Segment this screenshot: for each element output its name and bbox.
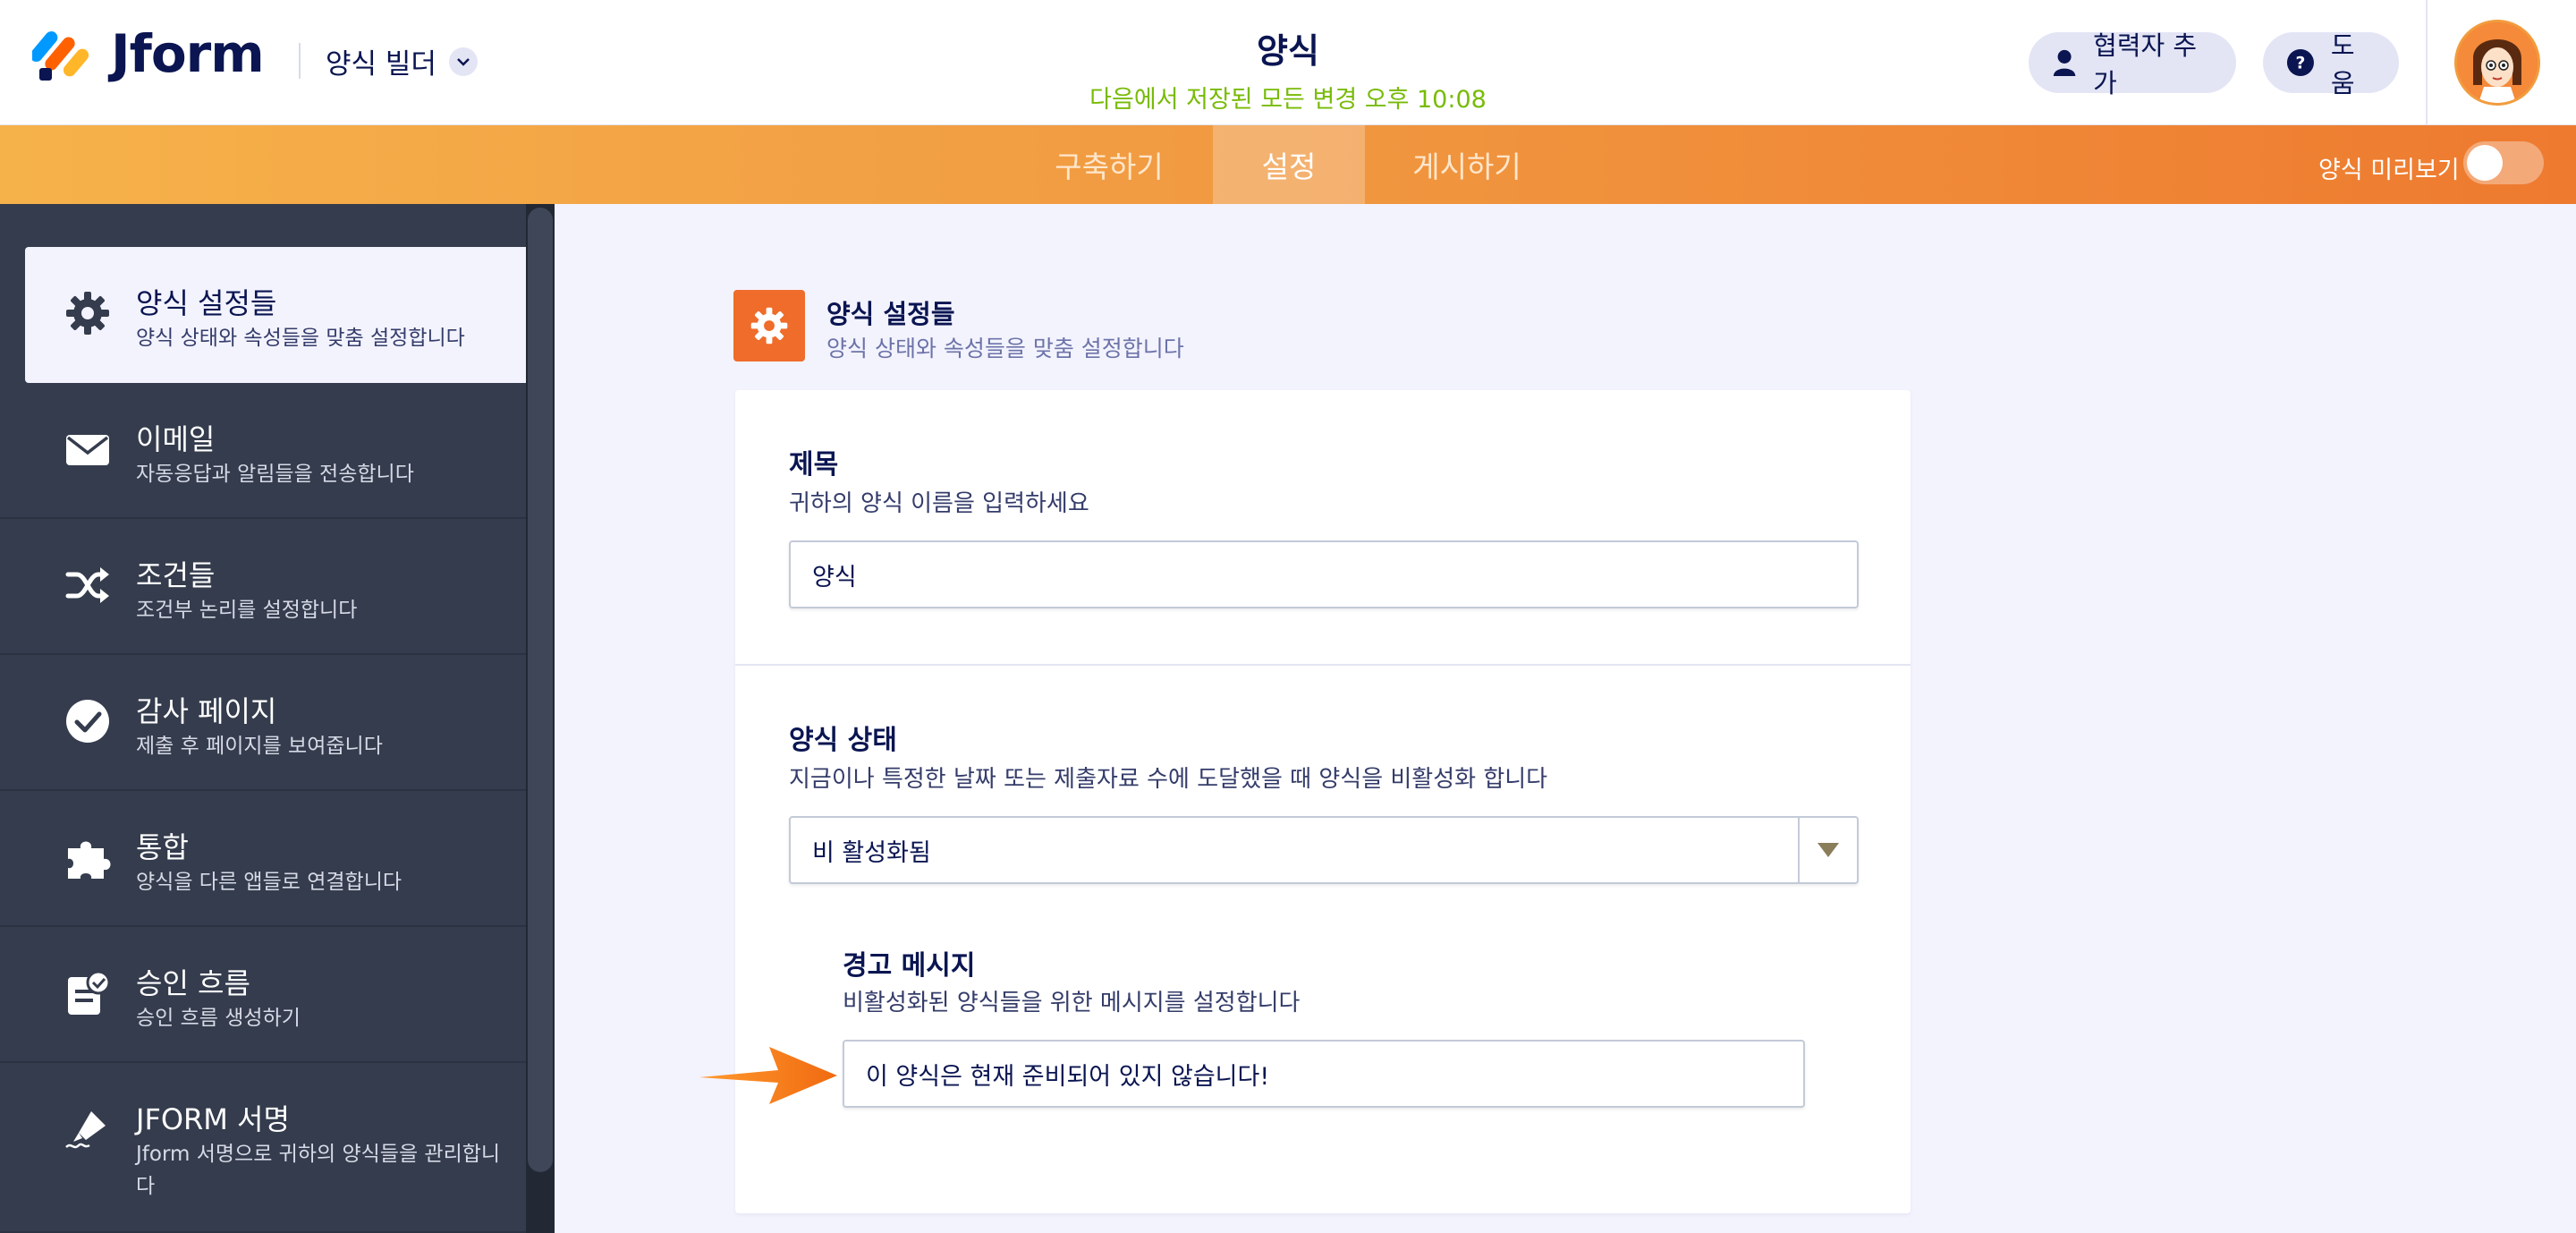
sidebar-item-conditions[interactable]: 조건들 조건부 논리를 설정합니다 bbox=[0, 519, 526, 655]
status-select-value: 비 활성화됨 bbox=[812, 838, 931, 867]
question-icon: ? bbox=[2286, 48, 2314, 77]
sidebar-item-title: 조건들 bbox=[136, 558, 216, 592]
sidebar-item-subtitle: 자동응답과 알림들을 전송합니다 bbox=[136, 463, 414, 486]
svg-text:?: ? bbox=[2296, 55, 2306, 73]
sidebar-item-title: 감사 페이지 bbox=[136, 694, 277, 728]
toggle-knob bbox=[2467, 145, 2503, 181]
warning-message-input[interactable]: 이 양식은 현재 준비되어 있지 않습니다! bbox=[843, 1040, 1805, 1108]
pen-sign-icon bbox=[65, 1111, 106, 1149]
title-input[interactable]: 양식 bbox=[789, 540, 1859, 608]
gear-icon bbox=[750, 307, 788, 344]
check-circle-icon bbox=[66, 700, 109, 743]
title-field-help: 귀하의 양식 이름을 입력하세요 bbox=[789, 490, 1089, 517]
sidebar-item-form-settings[interactable]: 양식 설정들 양식 상태와 속성들을 맞춤 설정합니다 bbox=[25, 247, 526, 383]
tab-publish[interactable]: 게시하기 bbox=[1404, 125, 1530, 204]
section-title: 양식 설정들 bbox=[826, 299, 955, 329]
envelope-icon bbox=[66, 435, 109, 465]
warning-field-help: 비활성화된 양식들을 위한 메시지를 설정합니다 bbox=[843, 990, 1301, 1016]
form-preview-label: 양식 미리보기 bbox=[2318, 157, 2460, 184]
tab-build[interactable]: 구축하기 bbox=[1046, 125, 1172, 204]
sidebar-scrollbar-thumb[interactable] bbox=[528, 208, 553, 1172]
status-field-help: 지금이나 특정한 날짜 또는 제출자료 수에 도달했을 때 양식을 비활성화 합… bbox=[789, 766, 1548, 793]
shuffle-icon bbox=[65, 567, 109, 603]
title-field-label: 제목 bbox=[789, 449, 839, 480]
section-gear-badge bbox=[733, 290, 805, 361]
header-divider-right bbox=[2426, 0, 2428, 125]
sidebar-item-subtitle: 조건부 논리를 설정합니다 bbox=[136, 599, 358, 622]
add-collaborator-button[interactable]: 협력자 추가 bbox=[2029, 30, 2236, 98]
sidebar-item-title: 양식 설정들 bbox=[136, 286, 277, 320]
sidebar-item-subtitle: 양식 상태와 속성들을 맞춤 설정합니다 bbox=[136, 327, 465, 350]
sidebar-item-subtitle: Jform 서명으로 귀하의 양식들을 관리합니다 bbox=[136, 1143, 501, 1198]
user-avatar[interactable] bbox=[2454, 20, 2540, 106]
status-field-label: 양식 상태 bbox=[789, 725, 897, 756]
sidebar-item-subtitle: 승인 흐름 생성하기 bbox=[136, 1007, 301, 1030]
warning-field-label: 경고 메시지 bbox=[843, 950, 976, 982]
sidebar-item-email[interactable]: 이메일 자동응답과 알림들을 전송합니다 bbox=[0, 383, 526, 519]
help-label: 도움 bbox=[2330, 30, 2355, 98]
sidebar-item-approval-flows[interactable]: 승인 흐름 승인 흐름 생성하기 bbox=[0, 927, 526, 1063]
sidebar-item-integrations[interactable]: 통합 양식을 다른 앱들로 연결합니다 bbox=[0, 791, 526, 927]
status-select[interactable]: 비 활성화됨 bbox=[789, 816, 1859, 884]
settings-navbar: 구축하기 설정 게시하기 양식 미리보기 bbox=[0, 125, 2576, 204]
sidebar-item-title: 통합 bbox=[136, 830, 189, 864]
sidebar-item-subtitle: 양식을 다른 앱들로 연결합니다 bbox=[136, 871, 402, 894]
caret-down-icon bbox=[1798, 818, 1857, 882]
form-preview-toggle[interactable] bbox=[2463, 141, 2544, 184]
sidebar-item-subtitle: 제출 후 페이지를 보여줍니다 bbox=[136, 735, 383, 758]
sidebar-item-jform-sign[interactable]: JFORM 서명 Jform 서명으로 귀하의 양식들을 관리합니다 bbox=[0, 1063, 526, 1233]
card-divider bbox=[735, 664, 1911, 666]
clipboard-check-icon bbox=[68, 970, 111, 1015]
help-button[interactable]: ? 도움 bbox=[2263, 30, 2399, 98]
sidebar-item-title: JFORM 서명 bbox=[136, 1102, 290, 1136]
puzzle-icon bbox=[68, 841, 111, 879]
sidebar-item-thank-you-page[interactable]: 감사 페이지 제출 후 페이지를 보여줍니다 bbox=[0, 655, 526, 791]
top-header: Jform 양식 빌더 양식 다음에서 저장된 모든 변경 오후 10:08 협… bbox=[0, 0, 2576, 125]
section-subtitle: 양식 상태와 속성들을 맞춤 설정합니다 bbox=[826, 336, 1184, 361]
add-collaborator-label: 협력자 추가 bbox=[2093, 30, 2198, 98]
gear-icon bbox=[66, 292, 109, 335]
sidebar-item-title: 승인 흐름 bbox=[136, 966, 250, 1000]
user-icon bbox=[2053, 49, 2076, 77]
tab-settings[interactable]: 설정 bbox=[1213, 125, 1365, 204]
sidebar-item-title: 이메일 bbox=[136, 422, 216, 456]
pointer-arrow-icon bbox=[699, 1047, 837, 1104]
